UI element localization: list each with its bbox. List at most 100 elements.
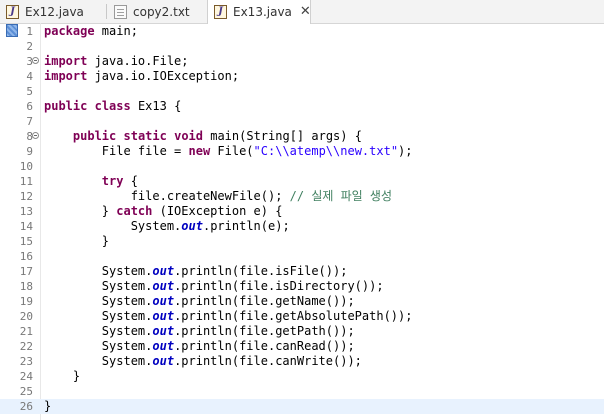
line-number: 5 xyxy=(26,85,33,98)
code-token: public xyxy=(72,129,117,143)
code-text: package main; xyxy=(44,24,138,39)
code-text: } xyxy=(44,369,80,384)
code-editor[interactable]: 1 package main; 2 3 import java.io.File; 4 imp… xyxy=(0,24,604,414)
code-text: import java.io.File; xyxy=(44,54,189,69)
code-token: out xyxy=(152,354,175,368)
code-line[interactable]: 14 System.out.println(e); xyxy=(0,219,604,234)
code-line[interactable]: 7 xyxy=(0,114,604,129)
code-token: System. xyxy=(44,264,153,278)
code-line[interactable]: 23 System.out.println(file.canWrite()); xyxy=(0,354,604,369)
code-token: java.io.File; xyxy=(87,54,189,68)
line-number: 24 xyxy=(19,370,33,383)
code-token: try xyxy=(101,174,124,188)
code-token: } xyxy=(44,369,81,383)
line-number: 1 xyxy=(26,25,33,38)
tab-label: Ex13.java xyxy=(233,5,292,19)
code-line[interactable]: 6 public class Ex13 { xyxy=(0,99,604,114)
code-line[interactable]: 26} xyxy=(0,399,604,414)
code-token: } xyxy=(44,234,110,248)
code-token: .println(e); xyxy=(202,219,290,233)
code-text: System.out.println(file.isDirectory()); xyxy=(44,279,384,294)
line-number: 10 xyxy=(19,160,33,173)
code-text: file.createNewFile(); // 실제 파일 생성 xyxy=(44,189,392,204)
code-text: } catch (IOException e) { xyxy=(44,204,283,219)
line-number: 11 xyxy=(19,175,33,188)
tab-label: copy2.txt xyxy=(133,4,190,19)
code-token: main(String[] args) { xyxy=(203,129,362,143)
tab-divider xyxy=(106,4,107,19)
tab-copy2-txt[interactable]: copy2.txt xyxy=(108,0,204,23)
code-line[interactable]: 13 } catch (IOException e) { xyxy=(0,204,604,219)
code-token: public xyxy=(44,99,88,113)
line-number: 15 xyxy=(19,235,33,248)
code-token: import xyxy=(44,54,88,68)
code-token: out xyxy=(181,219,203,233)
code-token: main; xyxy=(94,24,138,38)
code-line[interactable]: 4 import java.io.IOException; xyxy=(0,69,604,84)
line-number: 17 xyxy=(19,265,33,278)
code-line[interactable]: 5 xyxy=(0,84,604,99)
code-token: package xyxy=(44,24,95,38)
code-line[interactable]: 3 import java.io.File; xyxy=(0,54,604,69)
code-token: System. xyxy=(44,339,153,353)
code-token: // 실제 파일 생성 xyxy=(289,189,393,203)
fold-collapse-icon[interactable] xyxy=(32,57,39,64)
code-line[interactable]: 21 System.out.println(file.getPath()); xyxy=(0,324,604,339)
fold-collapse-icon[interactable] xyxy=(32,132,39,139)
code-token: .println(file.isFile()); xyxy=(174,264,348,278)
code-text: System.out.println(file.canRead()); xyxy=(44,339,355,354)
code-line[interactable]: 8 public static void main(String[] args)… xyxy=(0,129,604,144)
code-token: out xyxy=(152,324,175,338)
line-number: 26 xyxy=(19,400,33,413)
code-line[interactable]: 17 System.out.println(file.isFile()); xyxy=(0,264,604,279)
code-text: try { xyxy=(44,174,138,189)
tab-ex13-java[interactable]: J Ex13.java ✕ xyxy=(207,0,311,24)
code-line[interactable]: 18 System.out.println(file.isDirectory()… xyxy=(0,279,604,294)
code-line[interactable]: 25 xyxy=(0,384,604,399)
code-text: System.out.println(file.getAbsolutePath(… xyxy=(44,309,413,324)
code-token: import xyxy=(44,69,88,83)
code-token: File file = xyxy=(44,144,189,158)
code-line[interactable]: 1 package main; xyxy=(0,24,604,39)
code-token: class xyxy=(94,99,131,113)
code-text: public static void main(String[] args) { xyxy=(44,129,362,144)
code-token: void xyxy=(174,129,203,143)
line-number: 14 xyxy=(19,220,33,233)
java-file-icon: J xyxy=(6,4,19,19)
code-line[interactable]: 2 xyxy=(0,39,604,54)
line-number: 4 xyxy=(26,70,33,83)
code-token: System. xyxy=(44,354,153,368)
code-line[interactable]: 15 } xyxy=(0,234,604,249)
code-token: java.io.IOException; xyxy=(87,69,240,83)
code-token: System. xyxy=(44,309,153,323)
code-line[interactable]: 19 System.out.println(file.getName()); xyxy=(0,294,604,309)
close-icon[interactable]: ✕ xyxy=(300,5,311,18)
code-line[interactable]: 9 File file = new File("C:\\atemp\\new.t… xyxy=(0,144,604,159)
code-token: out xyxy=(152,339,175,353)
code-line[interactable]: 24 } xyxy=(0,369,604,384)
code-token: ); xyxy=(398,144,413,158)
code-token: .println(file.isDirectory()); xyxy=(174,279,384,293)
code-token: .println(file.getAbsolutePath()); xyxy=(174,309,413,323)
code-line[interactable]: 16 xyxy=(0,249,604,264)
code-line[interactable]: 10 xyxy=(0,159,604,174)
tab-ex12-java[interactable]: J Ex12.java xyxy=(0,0,100,23)
code-token: System. xyxy=(44,279,153,293)
line-number: 16 xyxy=(19,250,33,263)
line-number: 2 xyxy=(26,40,33,53)
code-text: public class Ex13 { xyxy=(44,99,181,114)
code-line[interactable]: 20 System.out.println(file.getAbsolutePa… xyxy=(0,309,604,324)
code-line[interactable]: 11 try { xyxy=(0,174,604,189)
code-token: "C:\\atemp\\new.txt" xyxy=(253,144,399,158)
line-number: 18 xyxy=(19,280,33,293)
code-line[interactable]: 22 System.out.println(file.canRead()); xyxy=(0,339,604,354)
tab-label: Ex12.java xyxy=(25,4,84,19)
code-token: .println(file.getPath()); xyxy=(174,324,355,338)
code-line[interactable]: 12 file.createNewFile(); // 실제 파일 생성 xyxy=(0,189,604,204)
java-file-icon: J xyxy=(214,5,227,19)
line-number: 12 xyxy=(19,190,33,203)
line-number: 6 xyxy=(26,100,33,113)
